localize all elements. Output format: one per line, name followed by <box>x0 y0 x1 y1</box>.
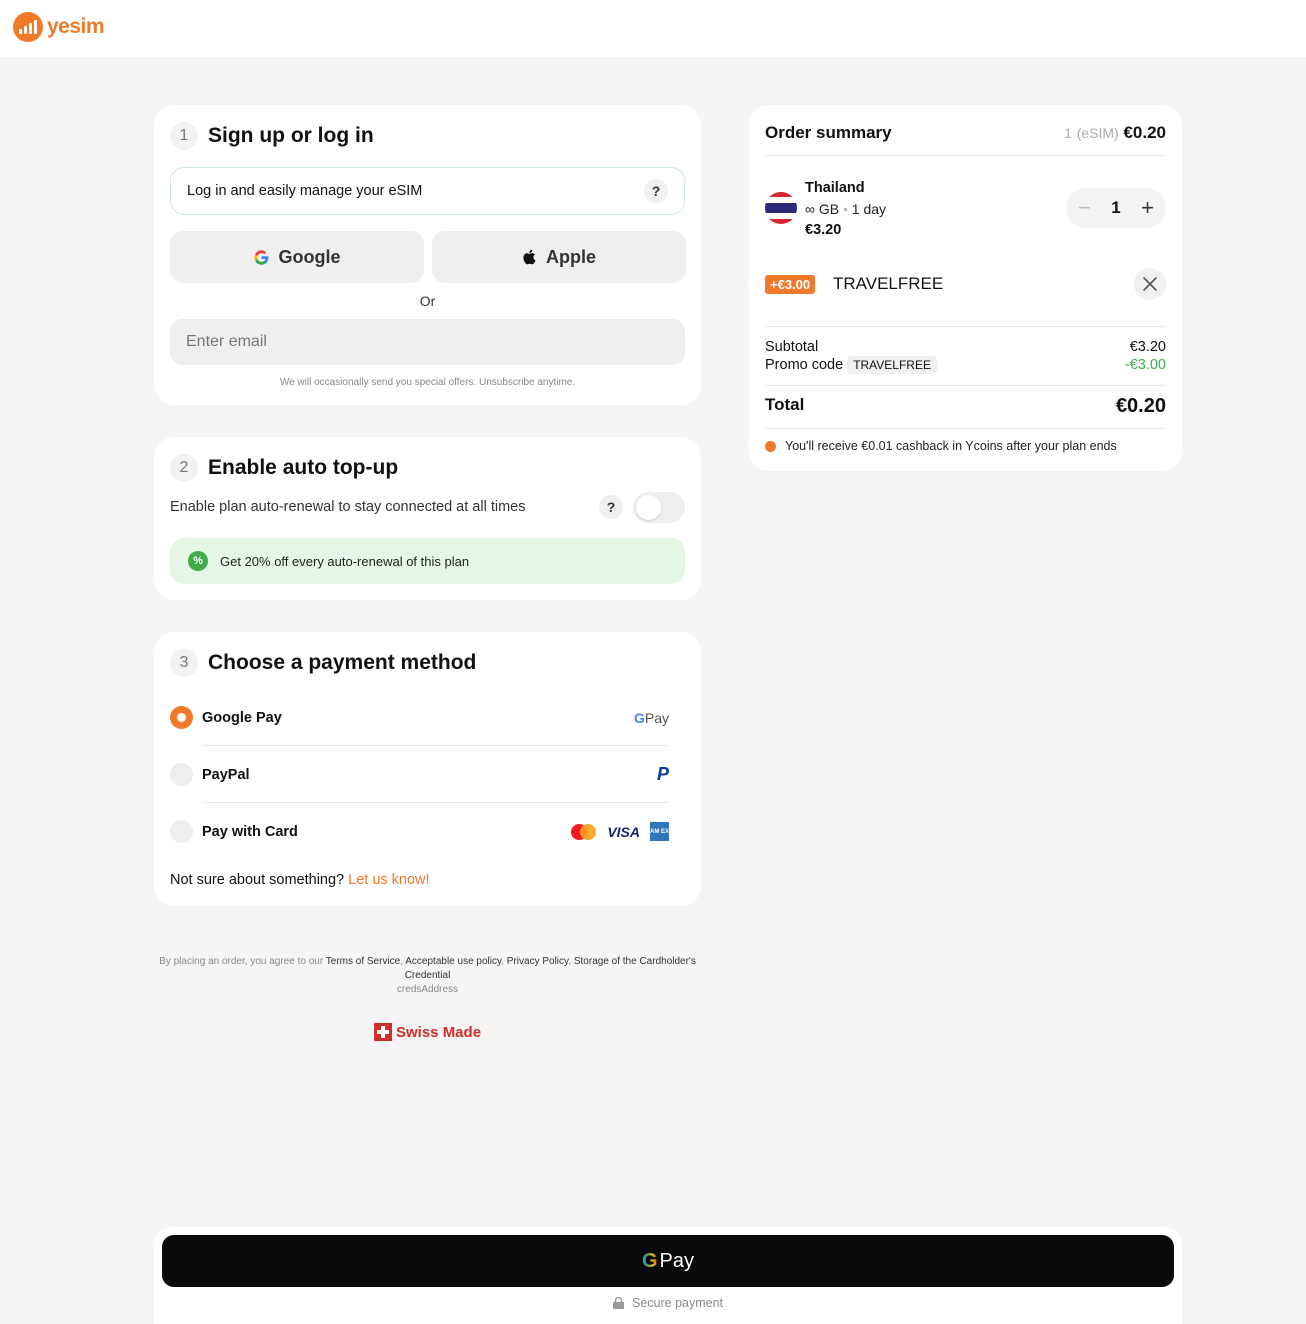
radio-selected[interactable] <box>170 706 193 729</box>
payment-label: Pay with Card <box>202 823 298 840</box>
signup-header: 1 Sign up or log in <box>170 122 374 150</box>
toggle-knob <box>636 495 661 520</box>
order-count-total: 1 (eSIM) €0.20 <box>1064 123 1166 142</box>
step-title: Sign up or log in <box>208 124 374 147</box>
signup-card: 1 Sign up or log in Log in and easily ma… <box>154 105 701 405</box>
mastercard-icon <box>571 823 597 840</box>
offers-disclaimer: We will occasionally send you special of… <box>279 377 576 388</box>
payment-option-paypal[interactable]: PayPal P <box>170 746 669 803</box>
quantity-stepper: − 1 + <box>1066 188 1166 228</box>
yesim-logo[interactable]: yesim <box>13 12 105 42</box>
payment-label: Google Pay <box>202 709 282 726</box>
order-summary-title: Order summary <box>765 123 892 142</box>
payment-label: PayPal <box>202 766 250 783</box>
visa-icon: VISA <box>607 823 640 840</box>
close-icon <box>1143 277 1157 291</box>
legal-notice: By placing an order, you agree to our Te… <box>159 956 696 995</box>
step-number: 2 <box>170 454 198 482</box>
card-brand-icons: VISA AM EX <box>571 822 669 841</box>
divider <box>765 326 1166 327</box>
applied-promo-code: TRAVELFREE <box>833 274 944 293</box>
info-text: Log in and easily manage your eSIM <box>187 183 423 199</box>
pay-label: Pay <box>659 1249 695 1272</box>
payment-card: 3 Choose a payment method Google Pay GPa… <box>154 632 701 906</box>
total-row: Total €0.20 <box>765 395 1166 417</box>
promo-code-chip: TRAVELFREE <box>847 356 937 374</box>
logo-text: yesim <box>47 15 105 38</box>
google-pay-button[interactable]: G Pay <box>162 1235 1174 1287</box>
discount-text: Get 20% off every auto-renewal of this p… <box>220 553 470 569</box>
terms-link[interactable]: Terms of Service <box>326 956 400 967</box>
auto-renew-toggle[interactable] <box>633 492 685 523</box>
step-number: 3 <box>170 649 198 677</box>
plan-price: €3.20 <box>805 222 842 238</box>
promo-row: Promo code TRAVELFREE -€3.00 <box>765 356 1166 374</box>
increase-button[interactable]: + <box>1141 195 1154 221</box>
autotopup-card: 2 Enable auto top-up Enable plan auto-re… <box>154 437 701 600</box>
google-icon <box>253 249 268 265</box>
step-title: Enable auto top-up <box>208 456 399 479</box>
gpay-logo-icon: GPay <box>633 709 669 726</box>
google-login-button[interactable]: Google <box>170 231 424 283</box>
payment-option-google-pay[interactable]: Google Pay GPay <box>170 689 669 746</box>
or-divider: Or <box>419 293 436 309</box>
paypal-logo-icon: P <box>656 764 669 784</box>
decrease-button[interactable]: − <box>1078 195 1091 221</box>
auto-renew-description: Enable plan auto-renewal to stay connect… <box>170 499 526 515</box>
apple-login-button[interactable]: Apple <box>432 231 686 283</box>
thailand-flag-icon <box>765 192 797 224</box>
order-summary-card: Order summary 1 (eSIM) €0.20 Thailand ∞ … <box>749 105 1182 471</box>
auto-renew-discount-banner: % Get 20% off every auto-renewal of this… <box>170 538 685 584</box>
step-number: 1 <box>170 122 198 150</box>
plan-details: ∞ GB • 1 day <box>805 201 887 217</box>
autotopup-header: 2 Enable auto top-up <box>170 454 398 482</box>
ycoin-icon <box>765 440 776 452</box>
remove-promo-button[interactable] <box>1134 268 1166 300</box>
amex-icon: AM EX <box>650 822 669 841</box>
swiss-flag-icon <box>374 1023 392 1041</box>
radio-unselected[interactable] <box>170 820 193 843</box>
percent-badge-icon: % <box>188 551 208 571</box>
apple-icon <box>523 249 536 265</box>
radio-unselected[interactable] <box>170 763 193 786</box>
apple-label: Apple <box>545 246 596 267</box>
privacy-link[interactable]: Privacy Policy <box>507 956 569 967</box>
esim-info-box: Log in and easily manage your eSIM ? <box>170 167 685 215</box>
signal-bars-icon <box>13 12 43 42</box>
email-input[interactable] <box>170 319 685 365</box>
help-text: Not sure about something? <box>170 872 345 888</box>
swiss-made-badge: Swiss Made <box>374 1023 481 1041</box>
step-title: Choose a payment method <box>208 651 477 674</box>
plan-country: Thailand <box>805 180 865 196</box>
help-line: Not sure about something? Let us know! <box>170 872 430 888</box>
creds-address: credsAddress <box>396 984 459 995</box>
divider <box>765 155 1166 156</box>
checkout-bar: G Pay Secure payment <box>154 1227 1182 1324</box>
google-label: Google <box>278 246 341 267</box>
help-icon[interactable]: ? <box>599 495 623 519</box>
promo-amount-tag: +€3.00 <box>765 275 816 294</box>
contact-link[interactable]: Let us know! <box>348 872 429 888</box>
cashback-notice: You'll receive €0.01 cashback in Ycoins … <box>765 439 1117 453</box>
lock-icon <box>612 1297 624 1309</box>
quantity-value: 1 <box>1111 198 1121 217</box>
divider <box>765 428 1166 429</box>
help-icon[interactable]: ? <box>644 179 668 203</box>
divider <box>765 385 1166 386</box>
acceptable-use-link[interactable]: Acceptable use policy <box>405 956 501 967</box>
top-header: yesim <box>0 0 1306 57</box>
secure-payment-note: Secure payment <box>154 1296 1182 1310</box>
payment-header: 3 Choose a payment method <box>170 649 476 677</box>
subtotal-row: Subtotal €3.20 <box>765 339 1166 355</box>
google-g-icon: G <box>641 1249 658 1272</box>
payment-option-card[interactable]: Pay with Card VISA AM EX <box>170 803 669 860</box>
